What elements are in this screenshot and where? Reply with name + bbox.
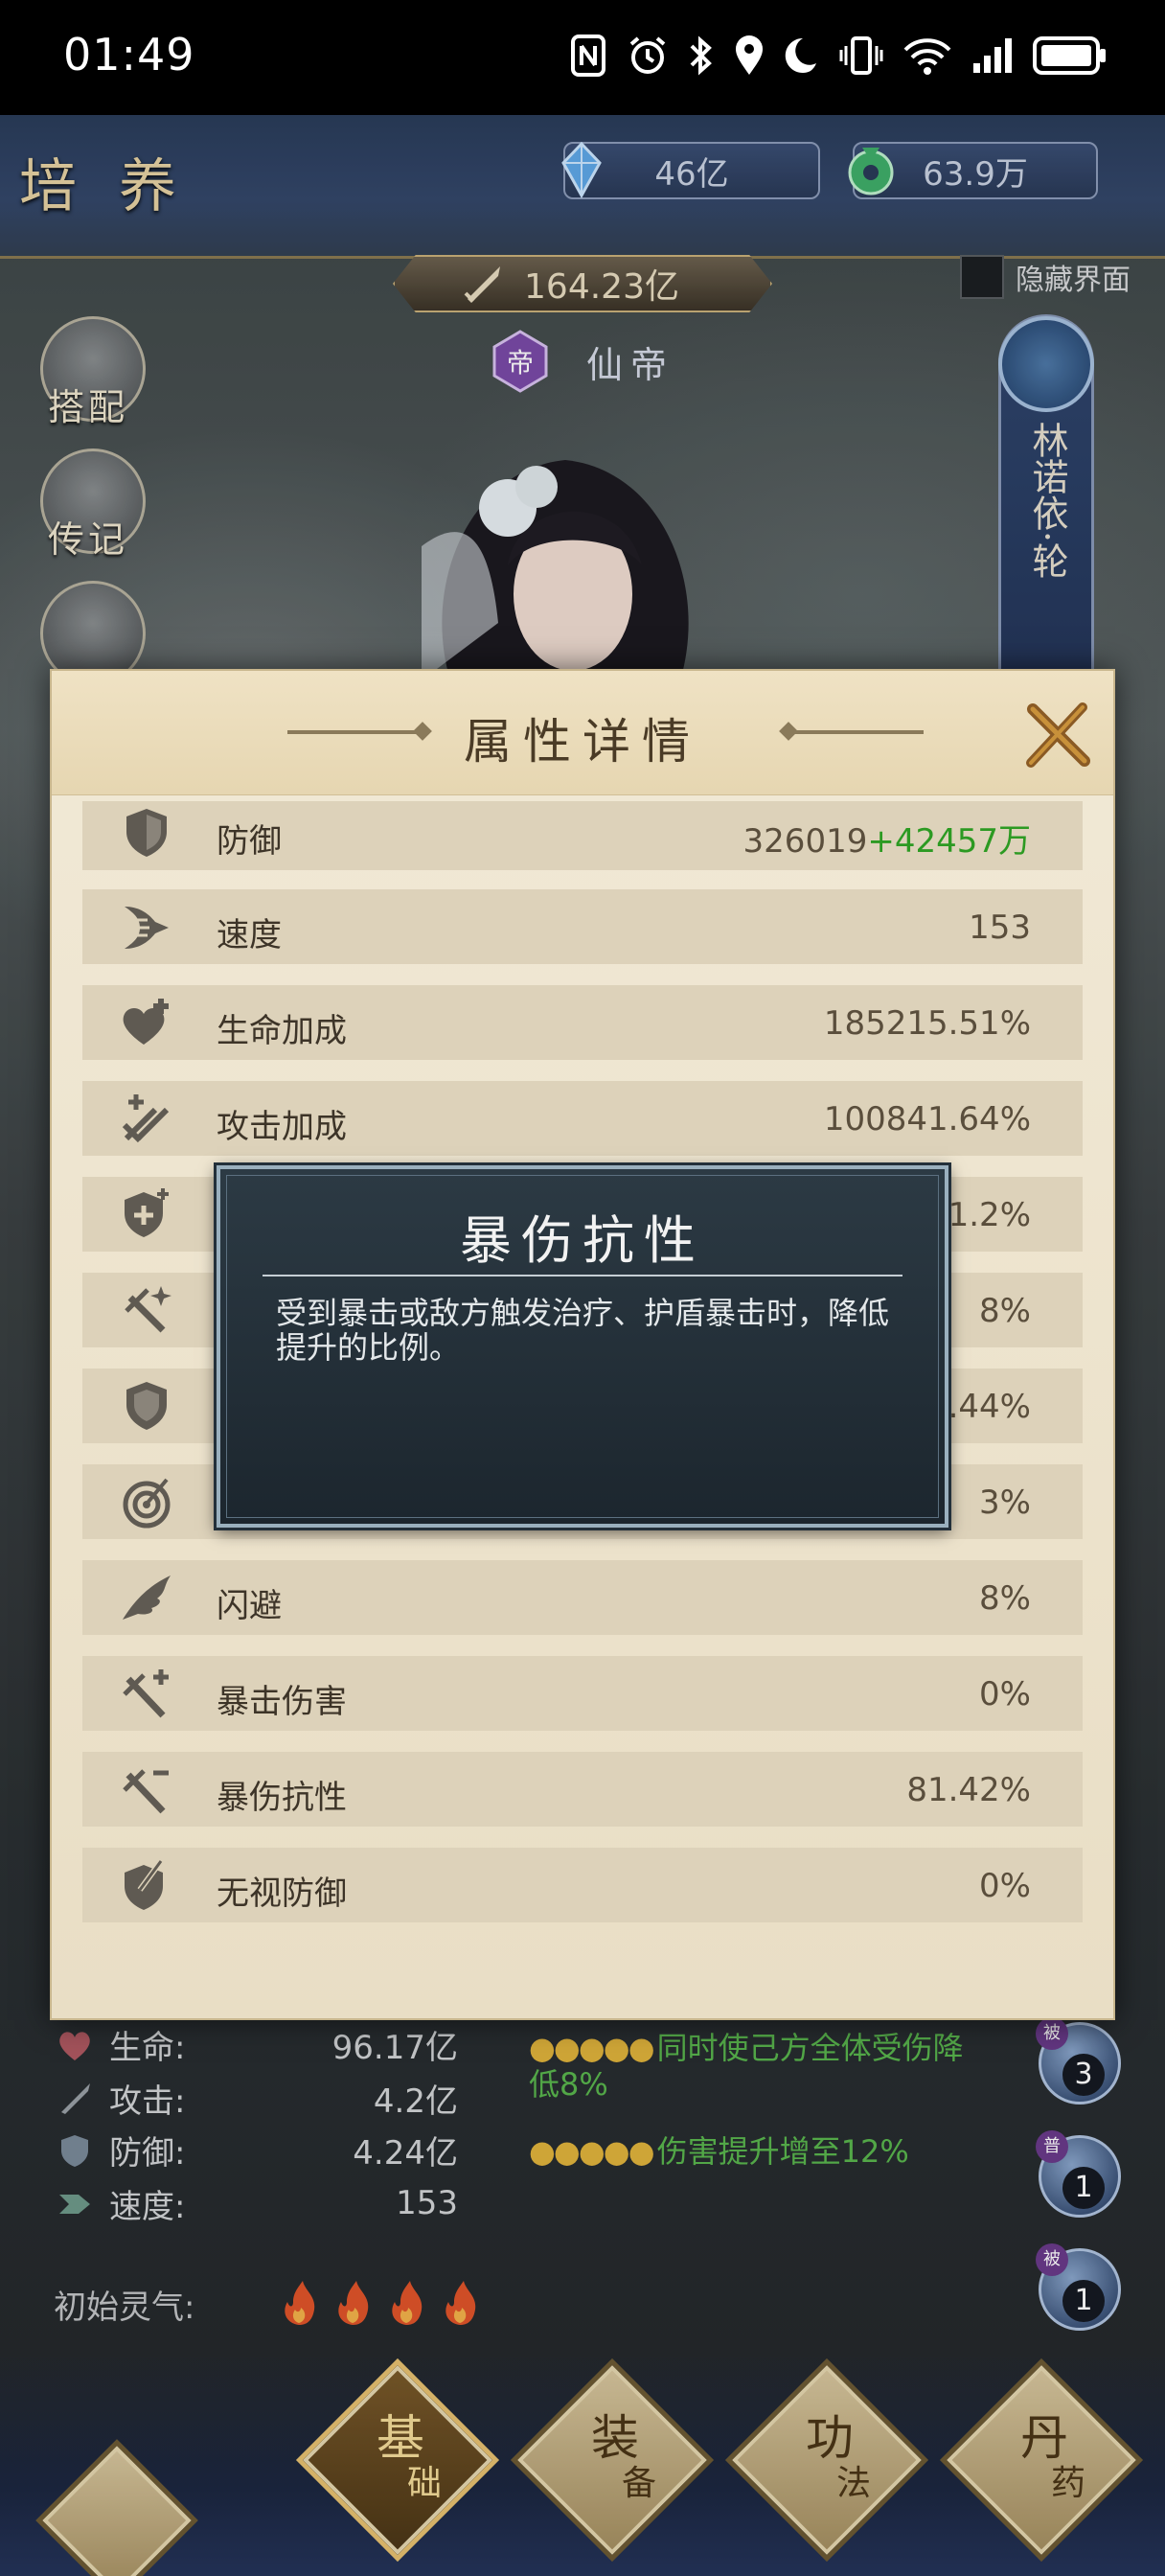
sword-sparkle-icon [125,1286,171,1333]
attribute-row-crit-damage[interactable]: 暴击伤害 0% [82,1656,1083,1731]
vibrate-icon [839,36,883,75]
battery-icon [1033,36,1106,75]
status-time: 01:49 [63,29,195,80]
attribute-value: 326019+42457万 [742,822,1031,861]
crit-resist-icon [123,1769,169,1814]
swords-plus-icon [122,1094,170,1143]
pierce-icon [125,1859,164,1910]
alarm-icon [629,36,666,74]
target-icon [123,1478,171,1529]
tooltip-description: 受到暴击或敌方触发治疗、护盾暴击时，降低提升的比例。 [276,1295,890,1366]
shield-ring-icon [126,1382,167,1430]
attribute-row-hp-bonus[interactable]: 生命加成 185215.51% [82,985,1083,1060]
moon-icon [785,37,816,73]
location-icon [736,35,763,75]
attribute-row-attack-bonus[interactable]: 攻击加成 100841.64% [82,1081,1083,1156]
bluetooth-icon [690,35,712,76]
wifi-icon [903,38,951,75]
tooltip-title: 暴伤抗性 [460,1210,705,1271]
crit-damage-icon [123,1669,169,1718]
nfc-icon [571,34,605,77]
speed-icon [125,907,169,949]
shield-plus-icon [125,1188,169,1237]
attribute-row-crit-resist[interactable]: 暴伤抗性 81.42% [82,1752,1083,1827]
modal-header: 属性详情 [52,671,1113,795]
attribute-row-speed[interactable]: 速度 153 [82,889,1083,964]
attribute-row-ignore-defense[interactable]: 无视防御 0% [82,1848,1083,1922]
status-icons [569,29,1108,82]
close-icon[interactable] [1019,698,1096,774]
wing-icon [123,1576,171,1620]
tooltip-divider [263,1275,902,1276]
modal-title: 属性详情 [464,714,701,770]
signal-icon [973,38,1012,73]
attribute-tooltip: 暴伤抗性 受到暴击或敌方触发治疗、护盾暴击时，降低提升的比例。 [217,1165,948,1528]
status-bar: 01:49 [0,0,1165,115]
heart-plus-icon [123,999,169,1045]
shield-icon [126,809,167,857]
attribute-row-dodge[interactable]: 闪避 8% [82,1560,1083,1635]
title-ornament [789,730,924,734]
attribute-row-defense[interactable]: 防御 326019+42457万 [82,801,1083,870]
